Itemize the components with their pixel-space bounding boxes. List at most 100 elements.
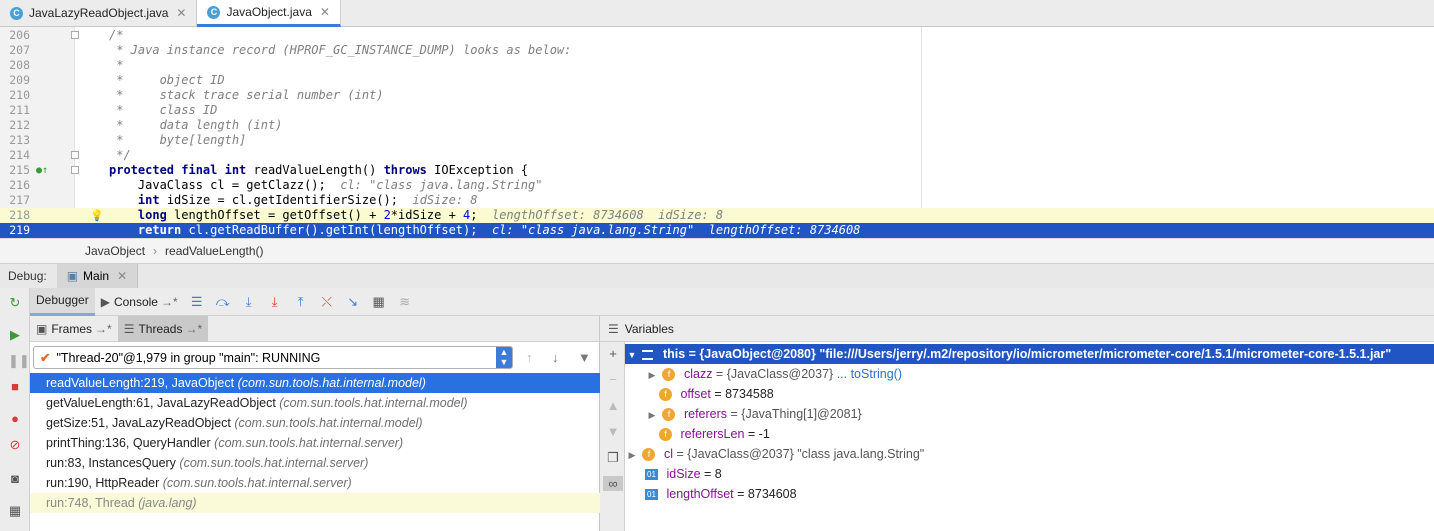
- expand-arrow-icon[interactable]: ▶: [645, 365, 659, 385]
- var-idsize[interactable]: 01 idSize = 8: [625, 464, 1434, 484]
- frame-item[interactable]: run:748, Thread (java.lang): [30, 493, 600, 513]
- expand-arrow-icon[interactable]: ▼: [625, 345, 639, 365]
- evaluate-icon[interactable]: ▦: [366, 294, 392, 310]
- camera-icon[interactable]: ◙: [8, 472, 22, 486]
- tab-javaobject[interactable]: C JavaObject.java ✕: [197, 0, 341, 27]
- var-value: = {JavaClass@2037}: [712, 367, 837, 381]
- var-lengthoffset[interactable]: 01 lengthOffset = 8734608: [625, 484, 1434, 504]
- trace-icon[interactable]: ≋: [392, 294, 418, 310]
- var-offset[interactable]: f offset = 8734588: [625, 384, 1434, 404]
- copy-icon[interactable]: ❐: [606, 450, 620, 466]
- line-number: 217: [9, 193, 30, 207]
- view-breakpoints-icon[interactable]: ●: [8, 412, 22, 426]
- close-icon[interactable]: ✕: [117, 269, 127, 283]
- fold-icon[interactable]: [71, 31, 79, 39]
- code-line[interactable]: 210 * stack trace serial number (int): [0, 88, 1434, 103]
- frame-package: (com.sun.tools.hat.internal.server): [162, 476, 352, 490]
- mute-breakpoints-icon[interactable]: ⊘: [8, 438, 22, 452]
- lightbulb-icon[interactable]: 💡: [90, 208, 104, 223]
- code-text: protected final int readValueLength() th…: [109, 163, 529, 177]
- code-text: * byte[length]: [109, 133, 247, 147]
- var-this[interactable]: ▼ this = {JavaObject@2080} "file:///User…: [625, 344, 1434, 364]
- frame-method: run:190, HttpReader: [46, 476, 163, 490]
- code-line[interactable]: 207 * Java instance record (HPROF_GC_INS…: [0, 43, 1434, 58]
- code-line[interactable]: 215 protected final int readValueLength()…: [0, 163, 1434, 178]
- fold-icon[interactable]: [71, 166, 79, 174]
- code-line[interactable]: 214 */: [0, 148, 1434, 163]
- field-icon: f: [662, 368, 676, 382]
- add-watch-icon[interactable]: +: [606, 346, 620, 361]
- tab-frames[interactable]: ▣ Frames →*: [30, 316, 118, 342]
- tab-javalazyreadobject[interactable]: C JavaLazyReadObject.java ✕: [0, 0, 198, 26]
- frame-item[interactable]: readValueLength:219, JavaObject (com.sun…: [30, 373, 600, 393]
- code-editor[interactable]: 206/* 207 * Java instance record (HPROF_G…: [0, 27, 1434, 238]
- frame-item[interactable]: run:190, HttpReader (com.sun.tools.hat.i…: [30, 473, 600, 493]
- resume-icon[interactable]: ▶: [8, 328, 22, 342]
- show-execution-point-icon[interactable]: ☰: [184, 294, 210, 310]
- remove-watch-icon[interactable]: −: [606, 372, 620, 387]
- code-line[interactable]: 217 int idSize = cl.getIdentifierSize();…: [0, 193, 1434, 208]
- rerun-icon[interactable]: ↻: [8, 296, 22, 310]
- frame-package: (com.sun.tools.hat.internal.model): [234, 416, 423, 430]
- breadcrumb-method[interactable]: readValueLength(): [165, 244, 264, 258]
- var-name: idSize: [666, 467, 701, 481]
- layout-icon[interactable]: ▦: [8, 504, 22, 518]
- close-icon[interactable]: ✕: [176, 6, 186, 20]
- code-line[interactable]: 218 long lengthOffset = getOffset() + 2*…: [0, 208, 1434, 223]
- close-icon[interactable]: ✕: [320, 5, 330, 19]
- run-to-cursor-icon[interactable]: ↘: [340, 294, 366, 310]
- code-line[interactable]: 211 * class ID: [0, 103, 1434, 118]
- line-number: 207: [9, 43, 30, 57]
- frame-item[interactable]: getSize:51, JavaLazyReadObject (com.sun.…: [30, 413, 600, 433]
- glasses-icon[interactable]: ∞: [603, 476, 623, 491]
- primitive-icon: 01: [645, 489, 658, 501]
- tab-console[interactable]: ▶ Console →*: [95, 288, 184, 316]
- code-line[interactable]: 212 * data length (int): [0, 118, 1434, 133]
- var-cl[interactable]: ▶ f cl = {JavaClass@2037} "class java.la…: [625, 444, 1434, 464]
- code-line[interactable]: 206 /*: [0, 28, 1434, 43]
- var-refererslen[interactable]: f referersLen = -1: [625, 424, 1434, 444]
- breadcrumb: JavaObject › readValueLength(): [0, 238, 1434, 263]
- filter-icon[interactable]: ▼: [578, 350, 591, 365]
- code-line[interactable]: 209 * object ID: [0, 73, 1434, 88]
- var-name: lengthOffset: [666, 487, 734, 501]
- frame-item[interactable]: run:83, InstancesQuery (com.sun.tools.ha…: [30, 453, 600, 473]
- thread-select[interactable]: ✔ "Thread-20"@1,979 in group "main": RUN…: [33, 346, 513, 369]
- pause-icon[interactable]: ❚❚: [8, 354, 30, 368]
- stop-icon[interactable]: ■: [8, 380, 22, 394]
- var-name: cl: [663, 447, 673, 461]
- class-icon: C: [207, 5, 221, 19]
- breadcrumb-class[interactable]: JavaObject: [85, 244, 145, 258]
- code-line[interactable]: 213 * byte[length]: [0, 133, 1434, 148]
- step-over-icon[interactable]: ⤼: [210, 294, 236, 310]
- pin-icon: →*: [160, 294, 178, 309]
- move-down-icon[interactable]: ▼: [606, 424, 620, 439]
- var-referers[interactable]: ▶ f referers = {JavaThing[1]@2081}: [625, 404, 1434, 424]
- move-up-icon[interactable]: ▲: [606, 398, 620, 413]
- code-line[interactable]: 216 JavaClass cl = getClazz(); cl: "clas…: [0, 178, 1434, 193]
- frame-item[interactable]: printThing:136, QueryHandler (com.sun.to…: [30, 433, 600, 453]
- code-text: * stack trace serial number (int): [109, 88, 384, 102]
- tab-debugger[interactable]: Debugger: [30, 287, 95, 316]
- arrow-up-icon[interactable]: ↑: [526, 350, 533, 365]
- arrow-down-icon[interactable]: ↓: [552, 350, 559, 365]
- code-line[interactable]: 208 *: [0, 58, 1434, 73]
- var-clazz[interactable]: ▶ f clazz = {JavaClass@2037} ... toStrin…: [625, 364, 1434, 384]
- var-name: offset: [680, 387, 711, 401]
- step-out-icon[interactable]: ⤒: [288, 294, 314, 310]
- chevron-updown-icon: ▲ ▼: [496, 347, 512, 368]
- step-into-icon[interactable]: ⤓: [236, 294, 262, 310]
- force-step-into-icon[interactable]: ⤓: [262, 294, 288, 310]
- expand-arrow-icon[interactable]: ▶: [645, 405, 659, 425]
- variables-toolbar: + − ▲ ▼ ❐ ∞: [600, 342, 625, 531]
- expand-arrow-icon[interactable]: ▶: [625, 445, 639, 465]
- override-icon[interactable]: ●↑: [36, 163, 48, 178]
- code-text: * data length (int): [109, 118, 283, 132]
- debug-session-tab[interactable]: ▣ Main ✕: [56, 263, 139, 289]
- tab-threads[interactable]: ☰ Threads →*: [117, 315, 209, 342]
- fold-icon[interactable]: [71, 151, 79, 159]
- code-line[interactable]: 219 return cl.getReadBuffer().getInt(len…: [0, 223, 1434, 238]
- tostring-link[interactable]: ... toString(): [837, 367, 902, 381]
- frame-item[interactable]: getValueLength:61, JavaLazyReadObject (c…: [30, 393, 600, 413]
- drop-frame-icon[interactable]: ⤬: [314, 294, 340, 310]
